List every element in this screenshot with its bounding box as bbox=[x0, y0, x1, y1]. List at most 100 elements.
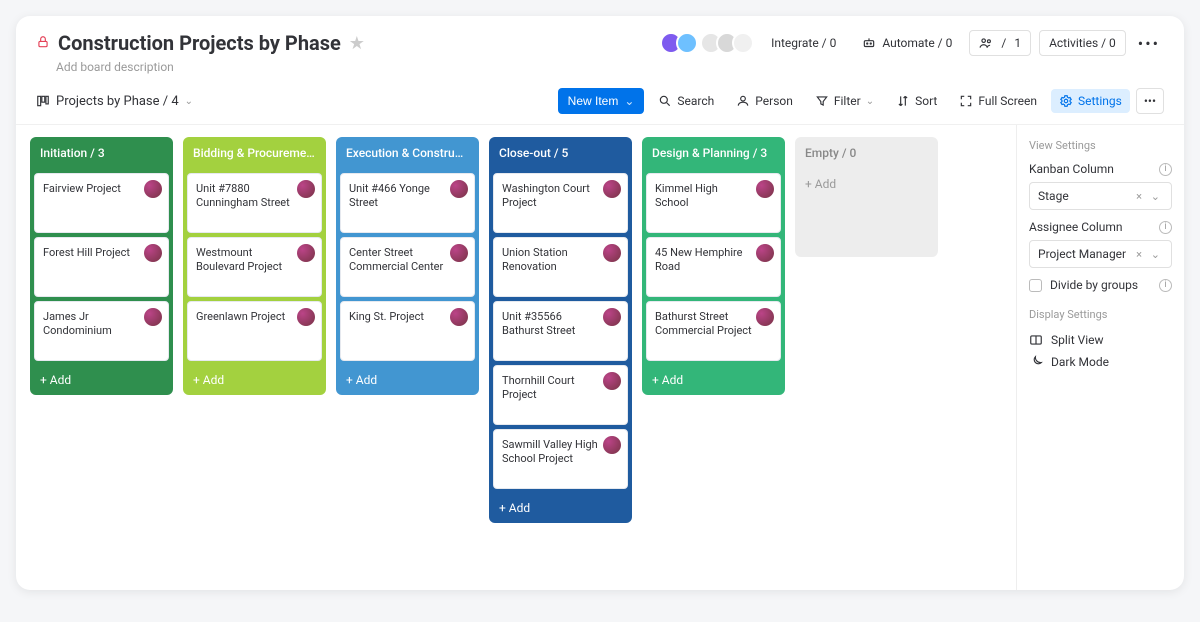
card-title: Bathurst Street Commercial Project bbox=[655, 310, 772, 339]
assignee-avatar[interactable] bbox=[450, 180, 468, 198]
dark-mode-toggle[interactable]: Dark Mode bbox=[1029, 351, 1172, 373]
kanban-card[interactable]: Forest Hill Project bbox=[34, 237, 169, 297]
column-cards: Washington Court ProjectUnion Station Re… bbox=[489, 169, 632, 493]
card-title: Unit #35566 Bathurst Street bbox=[502, 310, 619, 339]
kanban-card[interactable]: Unit #466 Yonge Street bbox=[340, 173, 475, 233]
kanban-card[interactable]: Bathurst Street Commercial Project bbox=[646, 301, 781, 361]
assignee-avatar[interactable] bbox=[756, 244, 774, 262]
header-more-button[interactable]: ••• bbox=[1134, 34, 1164, 53]
kanban-column: Design & Planning / 3Kimmel High School4… bbox=[642, 137, 785, 395]
header-avatars[interactable] bbox=[666, 32, 698, 54]
kanban-card[interactable]: Washington Court Project bbox=[493, 173, 628, 233]
divide-by-groups-checkbox[interactable]: Divide by groups i bbox=[1029, 278, 1172, 292]
settings-panel: View Settings Kanban Column i Stage × ⌄ … bbox=[1016, 125, 1184, 590]
info-icon[interactable]: i bbox=[1159, 279, 1172, 292]
column-header[interactable]: Bidding & Procurement / 3 bbox=[183, 137, 326, 169]
assignee-avatar[interactable] bbox=[603, 308, 621, 326]
fullscreen-icon bbox=[959, 94, 973, 108]
assignee-avatar[interactable] bbox=[450, 244, 468, 262]
search-label: Search bbox=[677, 94, 714, 108]
board-title: Construction Projects by Phase bbox=[58, 31, 341, 55]
settings-label: Settings bbox=[1078, 94, 1122, 108]
kanban-card[interactable]: Unit #7880 Cunningham Street bbox=[187, 173, 322, 233]
view-selector[interactable]: Projects by Phase / 4 ⌄ bbox=[36, 94, 193, 109]
sort-icon bbox=[896, 94, 910, 108]
info-icon[interactable]: i bbox=[1159, 163, 1172, 176]
kanban-column: Bidding & Procurement / 3Unit #7880 Cunn… bbox=[183, 137, 326, 395]
assignee-avatar[interactable] bbox=[144, 244, 162, 262]
kanban-card[interactable]: Sawmill Valley High School Project bbox=[493, 429, 628, 489]
assignee-avatar[interactable] bbox=[603, 436, 621, 454]
kanban-card[interactable]: Thornhill Court Project bbox=[493, 365, 628, 425]
kanban-card[interactable]: 45 New Hemphire Road bbox=[646, 237, 781, 297]
toolbar-more-button[interactable]: ••• bbox=[1136, 88, 1164, 114]
column-header[interactable]: Empty / 0 bbox=[795, 137, 938, 169]
assignee-avatar[interactable] bbox=[297, 244, 315, 262]
header-avatars-2[interactable] bbox=[706, 32, 754, 54]
kanban-card[interactable]: Center Street Commercial Center bbox=[340, 237, 475, 297]
split-view-toggle[interactable]: Split View bbox=[1029, 329, 1172, 351]
kanban-card[interactable]: Greenlawn Project bbox=[187, 301, 322, 361]
column-header[interactable]: Initiation / 3 bbox=[30, 137, 173, 169]
assignee-avatar[interactable] bbox=[603, 244, 621, 262]
add-card-button[interactable]: + Add bbox=[30, 365, 173, 395]
assignee-avatar[interactable] bbox=[756, 308, 774, 326]
new-item-button[interactable]: New Item ⌄ bbox=[558, 88, 645, 114]
integrate-button[interactable]: Integrate / 0 bbox=[762, 31, 845, 55]
assignee-avatar[interactable] bbox=[144, 180, 162, 198]
robot-icon bbox=[862, 36, 876, 50]
search-button[interactable]: Search bbox=[650, 89, 722, 113]
kanban-card[interactable]: Union Station Renovation bbox=[493, 237, 628, 297]
add-card-button[interactable]: + Add bbox=[336, 365, 479, 395]
kanban-card[interactable]: King St. Project bbox=[340, 301, 475, 361]
add-card-button[interactable]: + Add bbox=[489, 493, 632, 523]
assignee-avatar[interactable] bbox=[756, 180, 774, 198]
toolbar-right: New Item ⌄ Search Person Filter ⌄ Sort bbox=[558, 88, 1164, 114]
new-item-label: New Item bbox=[568, 94, 619, 108]
assignee-avatar[interactable] bbox=[297, 180, 315, 198]
assignee-avatar[interactable] bbox=[603, 372, 621, 390]
kanban-card[interactable]: Kimmel High School bbox=[646, 173, 781, 233]
activities-button[interactable]: Activities / 0 bbox=[1039, 30, 1126, 56]
info-icon[interactable]: i bbox=[1159, 221, 1172, 234]
sort-button[interactable]: Sort bbox=[888, 89, 945, 113]
kanban-column-select[interactable]: Stage × ⌄ bbox=[1029, 182, 1172, 210]
column-header[interactable]: Close-out / 5 bbox=[489, 137, 632, 169]
column-header[interactable]: Design & Planning / 3 bbox=[642, 137, 785, 169]
settings-button[interactable]: Settings bbox=[1051, 89, 1130, 113]
kanban-card[interactable]: Unit #35566 Bathurst Street bbox=[493, 301, 628, 361]
lock-icon bbox=[36, 34, 50, 53]
column-cards: Unit #7880 Cunningham Street Westmount Bo… bbox=[183, 169, 326, 365]
kanban-card[interactable]: Fairview Project bbox=[34, 173, 169, 233]
kanban-column-value: Stage bbox=[1038, 189, 1069, 203]
dark-label: Dark Mode bbox=[1051, 355, 1109, 369]
members-button[interactable]: / 1 bbox=[969, 30, 1031, 56]
column-header[interactable]: Execution & Constructio... bbox=[336, 137, 479, 169]
assignee-avatar[interactable] bbox=[297, 308, 315, 326]
filter-button[interactable]: Filter ⌄ bbox=[807, 89, 882, 113]
kanban-card[interactable]: James Jr Condominium bbox=[34, 301, 169, 361]
fullscreen-button[interactable]: Full Screen bbox=[951, 89, 1045, 113]
board-description[interactable]: Add board description bbox=[16, 60, 1184, 82]
view-toolbar: Projects by Phase / 4 ⌄ New Item ⌄ Searc… bbox=[16, 82, 1184, 125]
card-title: Unit #7880 Cunningham Street bbox=[196, 182, 313, 211]
assignee-avatar[interactable] bbox=[144, 308, 162, 326]
assignee-avatar[interactable] bbox=[603, 180, 621, 198]
person-filter-button[interactable]: Person bbox=[728, 89, 801, 113]
split-icon bbox=[1029, 333, 1043, 347]
gear-icon bbox=[1059, 94, 1073, 108]
column-cards: Fairview ProjectForest Hill ProjectJames… bbox=[30, 169, 173, 365]
star-icon[interactable]: ★ bbox=[349, 33, 365, 54]
column-cards: Unit #466 Yonge StreetCenter Street Comm… bbox=[336, 169, 479, 365]
app-window: Construction Projects by Phase ★ Integra… bbox=[16, 16, 1184, 590]
add-card-button[interactable]: + Add bbox=[183, 365, 326, 395]
automate-button[interactable]: Automate / 0 bbox=[853, 31, 961, 55]
assignee-column-select[interactable]: Project Manager × ⌄ bbox=[1029, 240, 1172, 268]
kanban-card[interactable]: Westmount Boulevard Project bbox=[187, 237, 322, 297]
add-card-button[interactable]: + Add bbox=[642, 365, 785, 395]
add-card-button[interactable]: + Add bbox=[795, 169, 938, 199]
column-cards: Kimmel High School45 New Hemphire Road Ba… bbox=[642, 169, 785, 365]
filter-icon bbox=[815, 94, 829, 108]
members-count: 1 bbox=[1014, 36, 1021, 50]
assignee-avatar[interactable] bbox=[450, 308, 468, 326]
